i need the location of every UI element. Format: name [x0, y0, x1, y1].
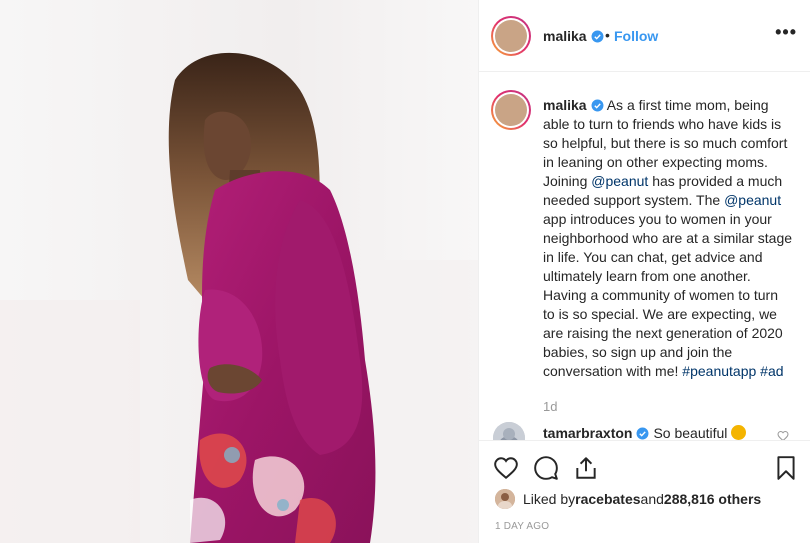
- emoji-icon: [731, 425, 747, 440]
- comment-body: tamarbraxton So beautiful: [543, 425, 747, 440]
- separator-dot: •: [605, 27, 610, 43]
- likes-prefix: Liked by: [523, 491, 576, 507]
- commenter-photo: [493, 422, 525, 440]
- comment-like-heart-icon[interactable]: [777, 430, 789, 440]
- commenter-username[interactable]: tamarbraxton: [543, 425, 632, 440]
- mention-peanut-1[interactable]: @peanut: [591, 173, 648, 189]
- post-photo[interactable]: [0, 0, 478, 543]
- mention-peanut-2[interactable]: @peanut: [724, 192, 781, 208]
- post-panel: malika • Follow ••• malika As a first ti…: [478, 0, 810, 543]
- comment-text: So beautiful: [653, 425, 728, 440]
- likes-middle: and: [640, 491, 664, 507]
- comment-icon[interactable]: [533, 455, 559, 481]
- author-avatar[interactable]: [491, 16, 531, 56]
- photo-illustration: [0, 0, 478, 543]
- more-options-icon[interactable]: •••: [775, 22, 797, 43]
- post-timestamp[interactable]: 1 DAY AGO: [495, 521, 549, 532]
- commenter-avatar[interactable]: [493, 422, 525, 440]
- verified-icon: [637, 427, 649, 440]
- post-header: malika • Follow •••: [479, 0, 810, 72]
- verified-icon: [591, 30, 604, 43]
- author-username[interactable]: malika: [543, 28, 587, 44]
- heart-icon[interactable]: [493, 455, 519, 481]
- caption-username[interactable]: malika: [543, 97, 587, 113]
- comment-item: tamarbraxton So beautiful: [493, 422, 803, 440]
- caption-avatar[interactable]: [491, 90, 531, 130]
- caption-text: malika As a first time mom, being able t…: [543, 96, 793, 381]
- hashtag-ad[interactable]: #ad: [760, 363, 783, 379]
- likes-summary: Liked by racebates and 288,816 others: [495, 489, 761, 509]
- caption-age[interactable]: 1d: [543, 399, 557, 414]
- bookmark-icon[interactable]: [773, 455, 799, 481]
- avatar-photo: [495, 94, 527, 126]
- liker-username[interactable]: racebates: [575, 491, 640, 507]
- liker-avatar[interactable]: [495, 489, 515, 509]
- hashtag-peanutapp[interactable]: #peanutapp: [682, 363, 756, 379]
- post-actions: Liked by racebates and 288,816 others 1 …: [479, 440, 810, 543]
- avatar-photo: [495, 20, 527, 52]
- verified-icon: [591, 99, 604, 112]
- follow-button[interactable]: Follow: [614, 28, 658, 44]
- caption-part-3: app introduces you to women in your neig…: [543, 211, 793, 379]
- author-name[interactable]: malika: [543, 28, 604, 46]
- likes-others[interactable]: 288,816 others: [664, 491, 761, 507]
- comments-area[interactable]: malika As a first time mom, being able t…: [479, 72, 810, 440]
- liker-photo: [495, 489, 515, 509]
- share-icon[interactable]: [573, 455, 599, 481]
